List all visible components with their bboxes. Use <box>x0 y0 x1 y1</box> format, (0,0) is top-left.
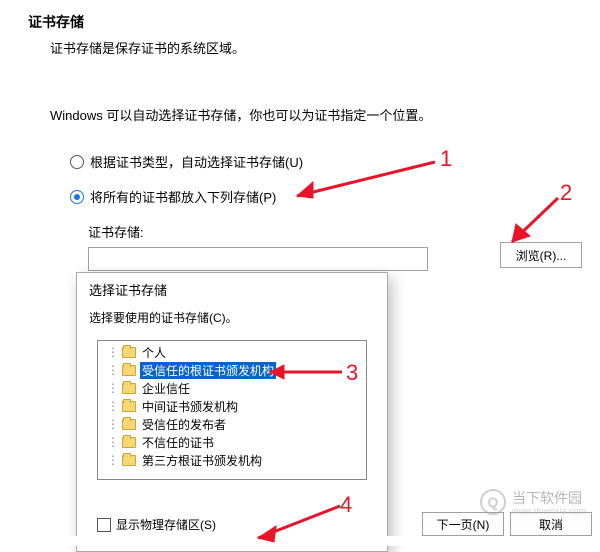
tree-connector-icon: ⋮ <box>104 363 122 378</box>
page-title: 证书存储 <box>28 12 572 32</box>
tree-connector-icon: ⋮ <box>104 435 122 450</box>
tree-item-label: 中间证书颁发机构 <box>140 398 240 415</box>
tree-item-label: 受信任的根证书颁发机构 <box>140 362 276 379</box>
arrow-2 <box>502 192 572 252</box>
radio-icon <box>70 190 84 204</box>
store-field-label: 证书存储: <box>88 222 572 241</box>
radio-manual-label: 将所有的证书都放入下列存储(P) <box>90 187 276 206</box>
tree-connector-icon: ⋮ <box>104 345 122 360</box>
arrow-4 <box>248 500 348 544</box>
store-input[interactable] <box>88 247 428 271</box>
folder-icon <box>122 383 136 394</box>
dialog-instruction: 选择要使用的证书存储(C)。 <box>77 305 387 336</box>
tree-item[interactable]: ⋮ 不信任的证书 <box>98 433 366 451</box>
folder-icon <box>122 365 136 376</box>
folder-icon <box>122 455 136 466</box>
tree-connector-icon: ⋮ <box>104 381 122 396</box>
arrow-1 <box>285 158 445 208</box>
page-instruction: Windows 可以自动选择证书存储，你也可以为证书指定一个位置。 <box>50 105 572 124</box>
tree-item-label: 第三方根证书颁发机构 <box>140 452 264 469</box>
tree-item-label: 受信任的发布者 <box>140 416 228 433</box>
radio-icon <box>70 155 84 169</box>
tree-item-label: 个人 <box>140 344 168 361</box>
radio-auto-label: 根据证书类型，自动选择证书存储(U) <box>90 152 303 171</box>
show-physical-checkbox[interactable]: 显示物理存储区(S) <box>97 516 216 533</box>
watermark-sub: www.downxia.com <box>512 506 586 516</box>
folder-icon <box>122 419 136 430</box>
tree-connector-icon: ⋮ <box>104 399 122 414</box>
show-physical-label: 显示物理存储区(S) <box>116 516 216 533</box>
watermark: Q 当下软件园 www.downxia.com <box>480 488 586 516</box>
checkbox-icon <box>97 518 111 532</box>
tree-item[interactable]: ⋮ 个人 <box>98 343 366 361</box>
folder-icon <box>122 401 136 412</box>
watermark-icon: Q <box>480 489 506 515</box>
arrow-3 <box>260 362 350 382</box>
tree-item[interactable]: ⋮ 受信任的发布者 <box>98 415 366 433</box>
tree-connector-icon: ⋮ <box>104 417 122 432</box>
dialog-title: 选择证书存储 <box>77 273 387 305</box>
watermark-text: 当下软件园 <box>512 490 582 506</box>
store-tree[interactable]: ⋮ 个人 ⋮ 受信任的根证书颁发机构 ⋮ 企业信任 ⋮ 中间证书颁发机构 ⋮ 受信任的发布者 ⋮ 不信… <box>97 340 367 480</box>
tree-item[interactable]: ⋮ 第三方根证书颁发机构 <box>98 451 366 469</box>
folder-icon <box>122 347 136 358</box>
page-description: 证书存储是保存证书的系统区域。 <box>50 38 572 57</box>
tree-item-label: 企业信任 <box>140 380 192 397</box>
folder-icon <box>122 437 136 448</box>
tree-item[interactable]: ⋮ 中间证书颁发机构 <box>98 397 366 415</box>
tree-connector-icon: ⋮ <box>104 453 122 468</box>
tree-item-label: 不信任的证书 <box>140 434 216 451</box>
